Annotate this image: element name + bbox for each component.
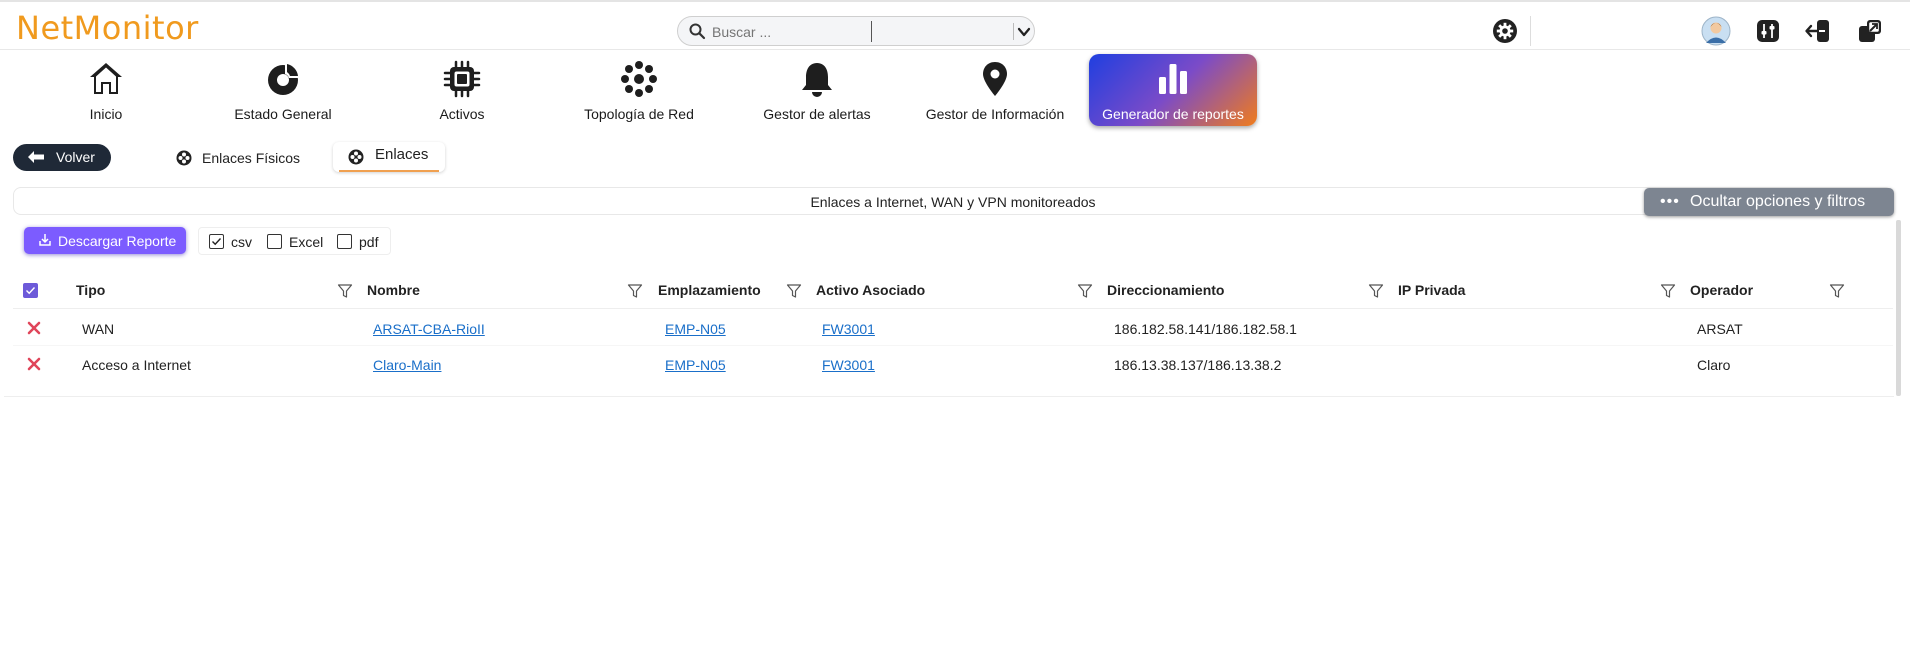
avatar[interactable] xyxy=(1701,16,1731,46)
download-report-button[interactable]: Descargar Reporte xyxy=(24,227,186,254)
app-logo[interactable]: NetMonitor xyxy=(16,9,199,47)
cell-emplazamiento-link[interactable]: EMP-N05 xyxy=(665,357,726,373)
column-header-ip-privada[interactable]: IP Privada xyxy=(1398,282,1465,298)
nav-item-estado-general[interactable]: Estado General xyxy=(218,54,348,126)
cell-nombre-link[interactable]: Claro-Main xyxy=(373,357,441,373)
excel-checkbox[interactable] xyxy=(267,234,282,249)
column-header-operador[interactable]: Operador xyxy=(1690,282,1753,298)
network-icon xyxy=(621,61,657,97)
arrow-left-icon xyxy=(28,151,44,163)
search-input[interactable] xyxy=(710,22,939,42)
cell-nombre-link[interactable]: ARSAT-CBA-RioII xyxy=(373,321,485,337)
map-pin-icon xyxy=(983,62,1007,96)
cell-tipo: Acceso a Internet xyxy=(82,357,191,373)
panel-title: Enlaces a Internet, WAN y VPN monitoread… xyxy=(810,194,1096,210)
filter-icon[interactable] xyxy=(1077,283,1093,299)
header-divider xyxy=(0,49,1910,50)
scrollbar[interactable] xyxy=(1896,220,1901,396)
top-border xyxy=(0,0,1910,2)
donut-chart-icon xyxy=(268,62,300,95)
nav-label: Gestor de Información xyxy=(925,106,1065,122)
back-label: Volver xyxy=(56,149,95,165)
cell-operador: Claro xyxy=(1697,357,1731,373)
column-header-emplazamiento[interactable]: Emplazamiento xyxy=(658,282,761,298)
nav-item-inicio[interactable]: Inicio xyxy=(56,54,156,126)
header-divider xyxy=(13,308,1893,309)
home-icon xyxy=(90,63,122,94)
cell-activo-link[interactable]: FW3001 xyxy=(822,357,875,373)
filter-icon[interactable] xyxy=(786,283,802,299)
toggle-filters-label: Ocultar opciones y filtros xyxy=(1690,193,1866,210)
active-tab-indicator xyxy=(339,170,439,172)
cell-direccionamiento: 186.13.38.137/186.13.38.2 xyxy=(1114,357,1282,373)
nav-label: Estado General xyxy=(234,106,332,122)
cell-direccionamiento: 186.182.58.141/186.182.58.1 xyxy=(1114,321,1297,337)
tab-label: Enlaces xyxy=(375,146,429,163)
toggle-filters-button[interactable]: ••• Ocultar opciones y filtros xyxy=(1644,188,1894,216)
nav-label: Gestor de alertas xyxy=(763,106,871,122)
download-label: Descargar Reporte xyxy=(58,233,177,249)
nav-label: Topología de Red xyxy=(584,106,694,122)
nav-label: Inicio xyxy=(89,106,123,122)
logout-icon[interactable] xyxy=(1803,16,1833,46)
cell-tipo: WAN xyxy=(82,321,115,337)
external-window-icon[interactable] xyxy=(1855,16,1885,46)
nav-label: Activos xyxy=(439,106,485,122)
chevron-down-icon[interactable] xyxy=(1016,24,1032,40)
table-header-panel: Enlaces a Internet, WAN y VPN monitoread… xyxy=(13,187,1893,215)
nav-item-alertas[interactable]: Gestor de alertas xyxy=(752,54,882,126)
column-header-nombre[interactable]: Nombre xyxy=(367,282,420,298)
gear-icon[interactable] xyxy=(1490,16,1520,46)
tab-enlaces[interactable]: Enlaces xyxy=(333,142,445,172)
select-all-checkbox[interactable] xyxy=(23,283,38,298)
export-format-options: csv Excel pdf xyxy=(198,227,391,255)
link-icon xyxy=(176,150,192,166)
format-label: pdf xyxy=(359,234,379,250)
tab-label: Enlaces Físicos xyxy=(202,150,301,166)
row-divider xyxy=(13,345,1893,346)
column-header-tipo[interactable]: Tipo xyxy=(76,282,105,298)
back-button[interactable]: Volver xyxy=(13,144,111,171)
nav-label: Generador de reportes xyxy=(1102,106,1244,122)
nav-item-topologia[interactable]: Topología de Red xyxy=(574,54,704,126)
pdf-checkbox[interactable] xyxy=(337,234,352,249)
cell-activo-link[interactable]: FW3001 xyxy=(822,321,875,337)
toolbar-divider xyxy=(1530,16,1531,46)
format-label: csv xyxy=(231,234,252,250)
filter-icon[interactable] xyxy=(1660,283,1676,299)
format-label: Excel xyxy=(289,234,324,250)
search-bar[interactable] xyxy=(677,16,1035,46)
filter-icon[interactable] xyxy=(337,283,353,299)
bar-chart-icon xyxy=(1159,64,1187,94)
nav-item-reportes[interactable]: Generador de reportes xyxy=(1089,54,1257,126)
filter-icon[interactable] xyxy=(1829,283,1845,299)
column-header-activo[interactable]: Activo Asociado xyxy=(816,282,925,298)
nav-item-informacion[interactable]: Gestor de Información xyxy=(920,54,1070,126)
column-header-direccionamiento[interactable]: Direccionamiento xyxy=(1107,282,1224,298)
bell-icon xyxy=(802,63,832,97)
download-icon xyxy=(39,234,51,246)
csv-checkbox[interactable] xyxy=(209,234,224,249)
chip-icon xyxy=(443,60,481,98)
cell-emplazamiento-link[interactable]: EMP-N05 xyxy=(665,321,726,337)
link-icon xyxy=(348,149,364,165)
search-separator xyxy=(1013,23,1014,40)
search-caret xyxy=(871,21,872,42)
sliders-icon[interactable] xyxy=(1753,16,1783,46)
search-icon xyxy=(689,23,706,40)
delete-icon[interactable] xyxy=(27,357,41,371)
content-bottom-border xyxy=(4,396,1894,397)
nav-item-activos[interactable]: Activos xyxy=(412,54,512,126)
cell-operador: ARSAT xyxy=(1697,321,1743,337)
filter-icon[interactable] xyxy=(627,283,643,299)
more-icon: ••• xyxy=(1660,193,1680,210)
filter-icon[interactable] xyxy=(1368,283,1384,299)
delete-icon[interactable] xyxy=(27,321,41,335)
